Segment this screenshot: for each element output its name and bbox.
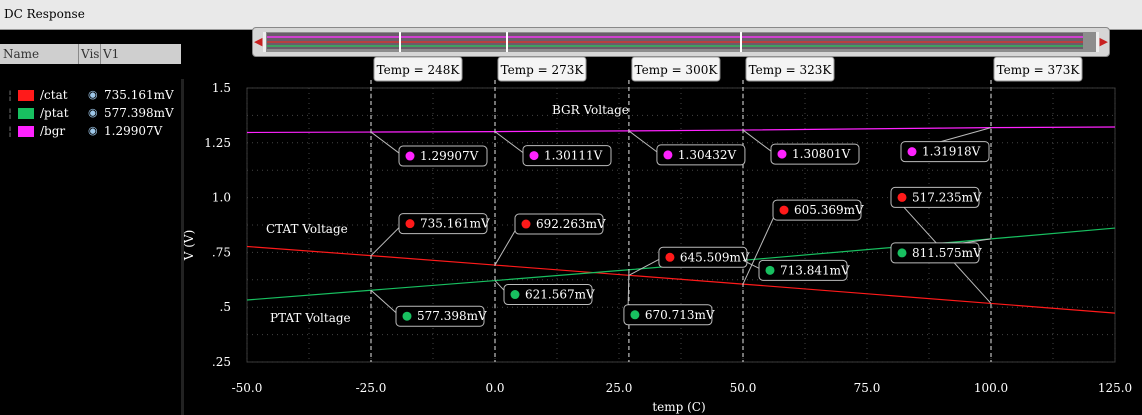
point-label-value: 645.509mV (680, 250, 750, 264)
x-tick-label: 100.0 (974, 381, 1008, 395)
point-label-value: 621.567mV (525, 288, 595, 302)
point-label-value: 1.29907V (420, 149, 479, 163)
leader-line (370, 131, 404, 157)
point-label-dot (665, 252, 675, 262)
point-label-value: 811.575mV (912, 246, 982, 260)
marker-label: Temp = 248K (377, 63, 461, 77)
point-label-value: 1.30432V (678, 148, 737, 162)
point-label-value: 1.31918V (922, 145, 981, 159)
marker-label: Temp = 300K (635, 63, 719, 77)
point-label-dot (521, 219, 531, 229)
annotation-ctat: CTAT Voltage (266, 222, 348, 236)
x-tick-label: 25.0 (606, 381, 633, 395)
point-label-value: 1.30111V (544, 149, 603, 163)
point-label-dot (897, 192, 907, 202)
annotation-bgr: BGR Voltage (552, 103, 629, 117)
x-tick-label: 0.0 (485, 381, 504, 395)
point-label-dot (529, 151, 539, 161)
point-label-dot (907, 147, 917, 157)
y-tick-label: .75 (212, 245, 231, 259)
y-tick-label: 1.0 (212, 191, 231, 205)
leader-line (494, 131, 528, 156)
marker-label: Temp = 323K (749, 63, 833, 77)
point-label-value: 1.30801V (792, 147, 851, 161)
point-label-value: 577.398mV (417, 309, 487, 323)
x-axis-label: temp (C) (652, 400, 705, 414)
point-label-dot (630, 310, 640, 320)
x-tick-label: 50.0 (730, 381, 757, 395)
leader-line (370, 223, 404, 257)
point-label-dot (402, 311, 412, 321)
point-label-dot (663, 150, 673, 160)
x-tick-label: 125.0 (1098, 381, 1132, 395)
dc-response-chart[interactable]: .25 .5 .75 1.0 1.25 1.5 -50.0 -25.0 0.0 25.0 50.0… (0, 0, 1142, 415)
annotation-ptat: PTAT Voltage (270, 311, 351, 325)
x-tick-label: -50.0 (232, 381, 263, 395)
y-tick-label: .25 (212, 355, 231, 369)
point-label-dot (897, 248, 907, 258)
marker-label: Temp = 373K (997, 63, 1081, 77)
point-label-value: 713.841mV (780, 263, 850, 277)
leader-line (742, 129, 776, 155)
y-tick-label: .5 (220, 300, 231, 314)
leader-line (628, 256, 664, 276)
point-label-dot (777, 149, 787, 159)
x-tick-label: 75.0 (854, 381, 881, 395)
point-label-dot (405, 151, 415, 161)
point-label-value: 692.263mV (536, 217, 606, 231)
x-tick-label: -25.0 (356, 381, 387, 395)
x-axis: -50.0 -25.0 0.0 25.0 50.0 75.0 100.0 125.0 (232, 381, 1133, 395)
point-label-dot (510, 290, 520, 300)
point-label-value: 605.369mV (794, 203, 864, 217)
point-label-dot (405, 219, 415, 229)
marker-label: Temp = 273K (501, 63, 585, 77)
point-label-value: 735.161mV (420, 217, 490, 231)
point-label-value: 517.235mV (912, 190, 982, 204)
y-tick-label: 1.25 (204, 136, 231, 150)
y-tick-label: 1.5 (212, 81, 231, 95)
y-axis: .25 .5 .75 1.0 1.25 1.5 (204, 81, 231, 369)
point-label-value: 670.713mV (645, 308, 715, 322)
leader-line (628, 130, 662, 156)
y-axis-label: V (V) (182, 230, 196, 262)
point-label-dot (779, 205, 789, 215)
point-label-dot (765, 265, 775, 275)
